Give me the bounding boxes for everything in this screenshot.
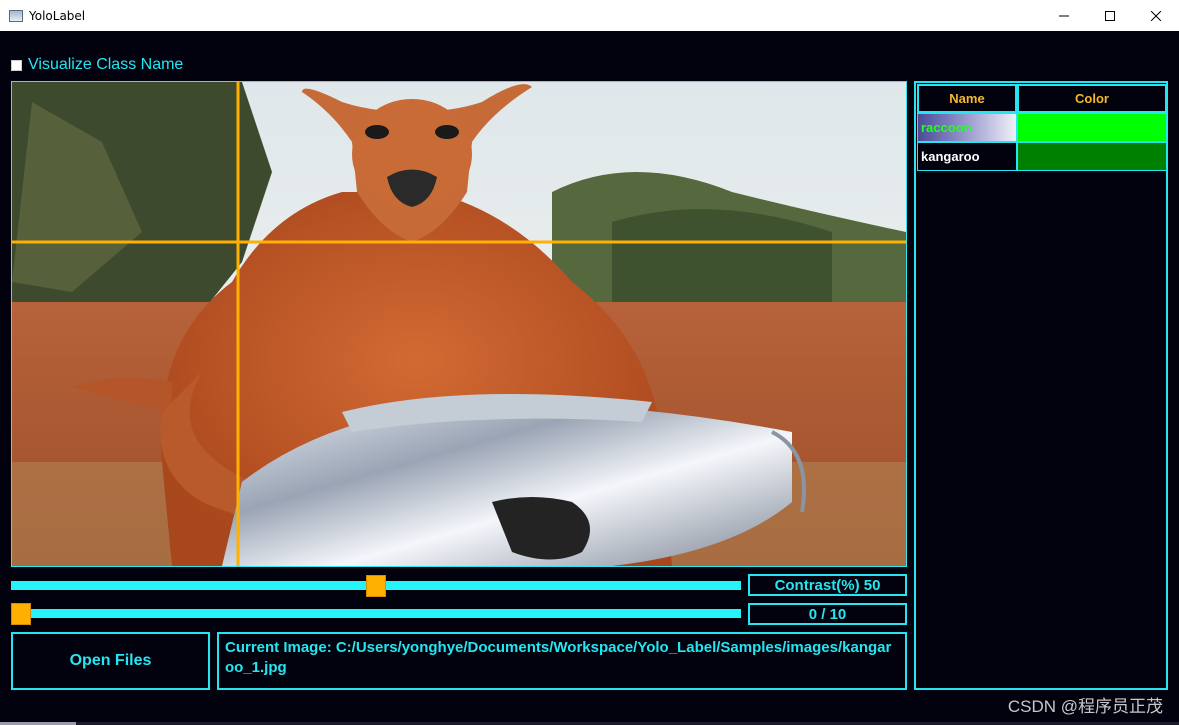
class-name-cell[interactable]: raccoon <box>917 113 1017 142</box>
watermark: CSDN @程序员正茂 <box>1007 697 1163 716</box>
open-files-button[interactable]: Open Files <box>11 632 210 690</box>
kangaroo-photo <box>12 82 906 566</box>
visualize-checkbox[interactable] <box>11 59 22 71</box>
image-canvas[interactable] <box>11 81 907 567</box>
contrast-readout: Contrast(%) 50 <box>748 574 907 596</box>
image-index-slider[interactable] <box>11 603 741 625</box>
class-table: Name Color raccoon kangaroo <box>917 84 1167 171</box>
maximize-button[interactable] <box>1087 0 1133 31</box>
table-header-row: Name Color <box>917 84 1167 113</box>
close-icon <box>1151 10 1161 21</box>
contrast-slider[interactable] <box>11 575 741 597</box>
column-header-name[interactable]: Name <box>917 84 1017 113</box>
class-name-cell[interactable]: kangaroo <box>917 142 1017 171</box>
window-controls <box>1041 0 1179 31</box>
close-button[interactable] <box>1133 0 1179 31</box>
maximize-icon <box>1105 10 1115 21</box>
column-header-color[interactable]: Color <box>1017 84 1167 113</box>
minimize-button[interactable] <box>1041 0 1087 31</box>
class-list-panel: Name Color raccoon kangaroo <box>914 81 1168 690</box>
title-bar: YoloLabel <box>0 0 1179 31</box>
window-title: YoloLabel <box>29 8 86 23</box>
visualize-class-name-toggle[interactable]: Visualize Class Name <box>11 56 183 74</box>
minimize-icon <box>1059 15 1069 16</box>
image-index-slider-handle[interactable] <box>11 603 31 625</box>
contrast-slider-handle[interactable] <box>366 575 386 597</box>
image-index-readout: 0 / 10 <box>748 603 907 625</box>
table-row[interactable]: kangaroo <box>917 142 1167 171</box>
app-window-icon <box>9 9 23 22</box>
current-image-path: Current Image: C:/Users/yonghye/Document… <box>217 632 907 690</box>
table-row[interactable]: raccoon <box>917 113 1167 142</box>
class-color-cell[interactable] <box>1017 113 1167 142</box>
main-window: Visualize Class Name Contrast(%) 50 0 / … <box>0 31 1179 725</box>
visualize-label: Visualize Class Name <box>28 56 184 73</box>
image-index-slider-track[interactable] <box>11 609 741 618</box>
class-color-cell[interactable] <box>1017 142 1167 171</box>
